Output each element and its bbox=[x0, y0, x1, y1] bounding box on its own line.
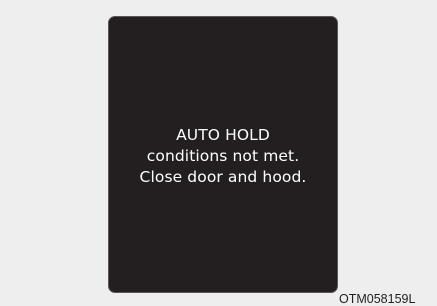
message-line-3: Close door and hood. bbox=[139, 168, 307, 186]
warning-message: AUTO HOLD conditions not met. Close door… bbox=[140, 125, 307, 188]
figure-code-label: OTM058159L bbox=[339, 292, 416, 306]
message-line-2: conditions not met. bbox=[146, 147, 300, 165]
cluster-display-panel: AUTO HOLD conditions not met. Close door… bbox=[108, 16, 338, 293]
message-line-1: AUTO HOLD bbox=[176, 126, 270, 144]
